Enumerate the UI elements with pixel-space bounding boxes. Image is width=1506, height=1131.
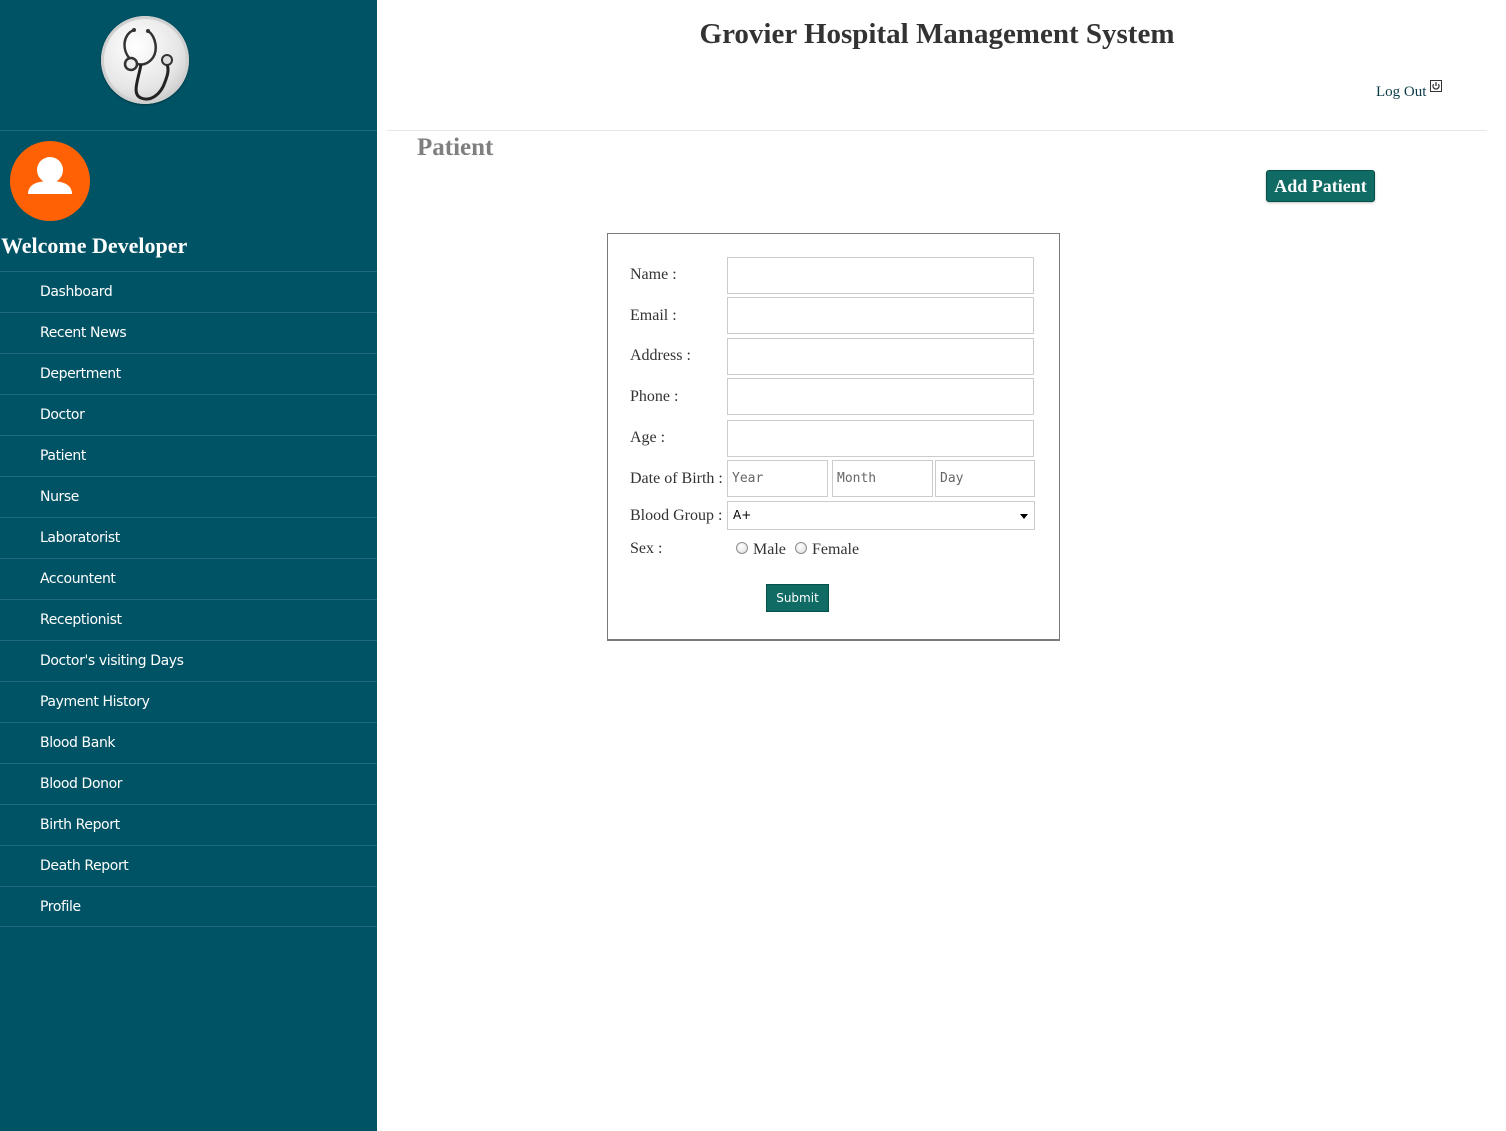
sidebar-item-recent-news[interactable]: Recent News xyxy=(0,312,377,353)
phone-label: Phone : xyxy=(630,388,679,405)
sidebar-nav: Dashboard Recent News Depertment Doctor … xyxy=(0,271,377,927)
sex-female-label[interactable]: Female xyxy=(812,541,859,559)
logout-label: Log Out xyxy=(1376,84,1427,100)
sidebar-item-nurse[interactable]: Nurse xyxy=(0,476,377,517)
sidebar-item-dashboard[interactable]: Dashboard xyxy=(0,271,377,312)
sex-label: Sex : xyxy=(630,540,663,557)
sidebar-divider xyxy=(0,130,377,131)
app-title: Grovier Hospital Management System xyxy=(699,18,1175,50)
sidebar-item-payment-history[interactable]: Payment History xyxy=(0,681,377,722)
email-input[interactable] xyxy=(727,297,1034,334)
chevron-down-icon xyxy=(1020,514,1028,519)
sidebar-item-birth-report[interactable]: Birth Report xyxy=(0,804,377,845)
page-title: Patient xyxy=(417,134,494,161)
sex-male-radio[interactable] xyxy=(736,542,748,554)
sidebar-item-doctor-visiting-days[interactable]: Doctor's visiting Days xyxy=(0,640,377,681)
user-avatar-icon xyxy=(10,141,90,221)
name-input[interactable] xyxy=(727,257,1034,294)
blood-group-label: Blood Group : xyxy=(630,507,723,524)
sidebar-item-doctor[interactable]: Doctor xyxy=(0,394,377,435)
dob-label: Date of Birth : xyxy=(630,470,723,487)
stethoscope-logo-icon xyxy=(101,16,189,104)
sidebar-item-blood-bank[interactable]: Blood Bank xyxy=(0,722,377,763)
sex-female-radio[interactable] xyxy=(795,542,807,554)
header-divider xyxy=(387,130,1487,131)
dob-year-input[interactable] xyxy=(727,460,828,497)
name-label: Name : xyxy=(630,266,677,283)
email-label: Email : xyxy=(630,307,677,324)
blood-group-value: A+ xyxy=(733,508,752,522)
address-label: Address : xyxy=(630,347,691,364)
age-input[interactable] xyxy=(727,420,1034,457)
dob-month-input[interactable] xyxy=(832,460,933,497)
sidebar-item-receptionist[interactable]: Receptionist xyxy=(0,599,377,640)
sex-male-label[interactable]: Male xyxy=(753,541,786,559)
sidebar: Welcome Developer Dashboard Recent News … xyxy=(0,0,377,1131)
welcome-heading: Welcome Developer xyxy=(1,233,188,258)
submit-button[interactable]: Submit xyxy=(766,584,829,612)
sidebar-item-laboratorist[interactable]: Laboratorist xyxy=(0,517,377,558)
power-icon xyxy=(1430,80,1443,97)
phone-input[interactable] xyxy=(727,378,1034,415)
add-patient-button[interactable]: Add Patient xyxy=(1266,170,1375,202)
sidebar-item-profile[interactable]: Profile xyxy=(0,886,377,927)
sidebar-item-death-report[interactable]: Death Report xyxy=(0,845,377,886)
logout-link[interactable]: Log Out xyxy=(1376,80,1443,101)
blood-group-select[interactable]: A+ xyxy=(727,501,1035,530)
dob-day-input[interactable] xyxy=(935,460,1035,497)
age-label: Age : xyxy=(630,429,666,446)
sidebar-item-accountant[interactable]: Accountent xyxy=(0,558,377,599)
address-input[interactable] xyxy=(727,338,1034,375)
sidebar-item-department[interactable]: Depertment xyxy=(0,353,377,394)
sidebar-item-blood-donor[interactable]: Blood Donor xyxy=(0,763,377,804)
sidebar-item-patient[interactable]: Patient xyxy=(0,435,377,476)
